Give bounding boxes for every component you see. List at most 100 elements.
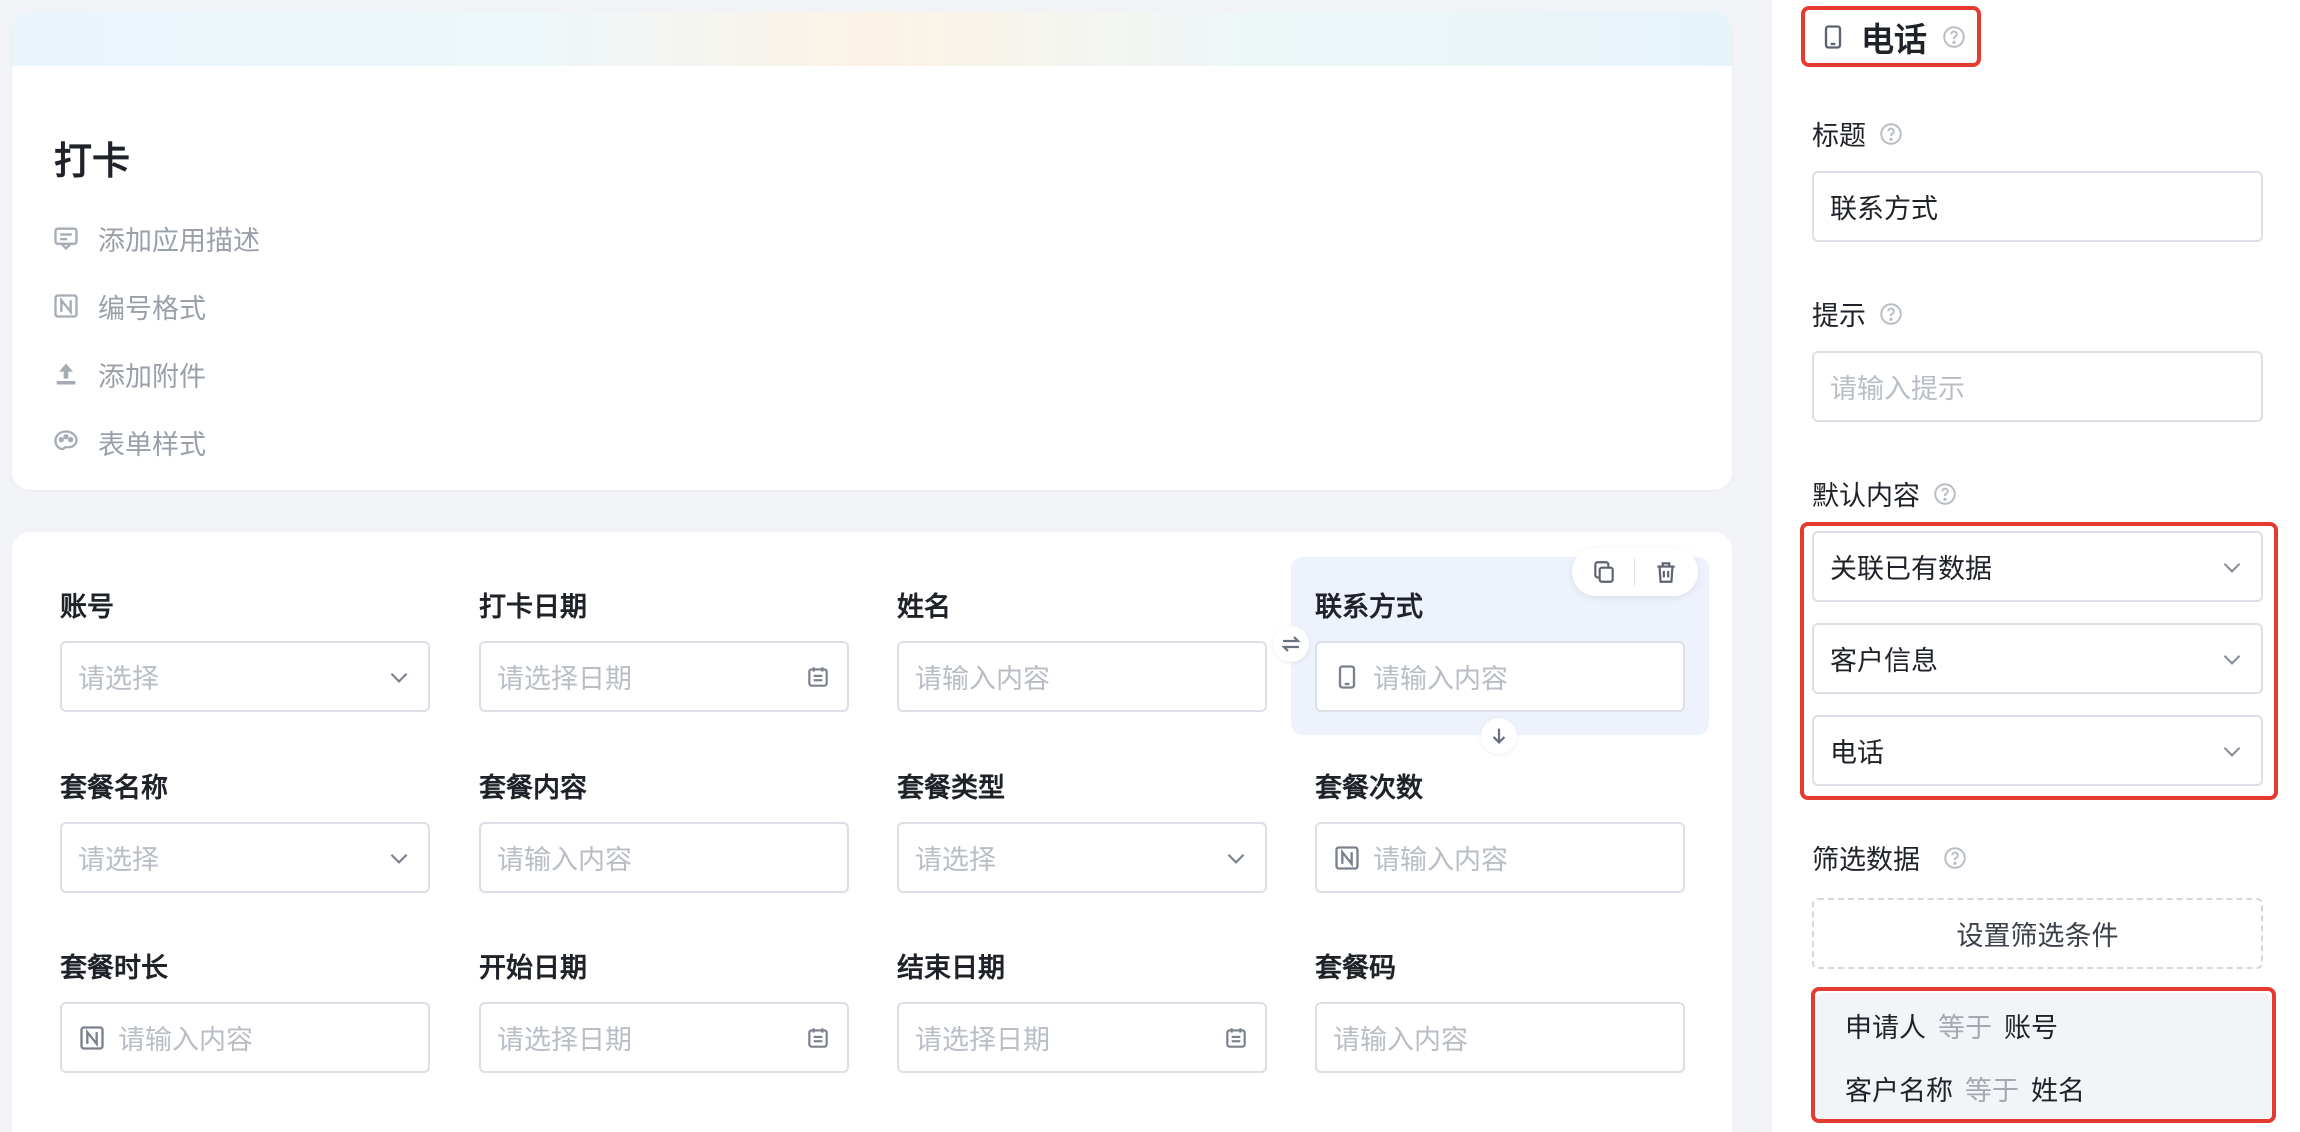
- chevron-down-icon: [390, 853, 408, 864]
- field-label-name: 姓名: [897, 592, 951, 623]
- account-select[interactable]: 请选择: [60, 641, 430, 712]
- package-code-input[interactable]: 请输入内容: [1315, 1002, 1685, 1073]
- condition-value: 姓名: [2031, 1076, 2085, 1107]
- condition-operator: 等于: [1965, 1076, 2019, 1107]
- add-description-link[interactable]: 添加应用描述: [52, 218, 260, 258]
- package-type-select[interactable]: 请选择: [897, 822, 1267, 893]
- chevron-down-icon: [2223, 746, 2241, 757]
- field-label-account: 账号: [60, 592, 114, 623]
- form-style-link[interactable]: 表单样式: [52, 422, 206, 462]
- number-icon: [80, 1025, 104, 1050]
- app-header-card: 打卡 添加应用描述 编号格式 添加附件 表单样式: [12, 12, 1732, 490]
- field-label-contact: 联系方式: [1315, 592, 1423, 623]
- title-label-text: 标题: [1812, 121, 1866, 152]
- package-count-placeholder: 请输入内容: [1373, 845, 1508, 876]
- account-placeholder: 请选择: [78, 664, 159, 695]
- chevron-down-icon: [2223, 562, 2241, 573]
- calendar-icon: [808, 666, 828, 687]
- move-down-handle[interactable]: [1481, 718, 1517, 754]
- add-description-label: 添加应用描述: [98, 225, 260, 257]
- field-label-package-type: 套餐类型: [897, 773, 1005, 804]
- package-name-select[interactable]: 请选择: [60, 822, 430, 893]
- condition-field: 客户名称: [1845, 1076, 1953, 1107]
- arrow-down-icon: [1492, 728, 1506, 744]
- field-label-end-date: 结束日期: [897, 953, 1005, 984]
- hint-input[interactable]: 请输入提示: [1812, 351, 2263, 422]
- add-attachment-link[interactable]: 添加附件: [52, 354, 206, 394]
- swap-icon: [1281, 636, 1301, 652]
- end-date-placeholder: 请选择日期: [915, 1025, 1050, 1056]
- condition-field: 申请人: [1845, 1013, 1926, 1044]
- default-form-value: 客户信息: [1830, 646, 1938, 677]
- default-field-value: 电话: [1830, 738, 1884, 769]
- form-style-label: 表单样式: [98, 429, 206, 461]
- phone-icon: [1824, 25, 1842, 49]
- name-input[interactable]: 请输入内容: [897, 641, 1267, 712]
- upload-icon: [56, 363, 76, 385]
- field-type-header: 电话: [1807, 8, 1981, 66]
- default-source-select[interactable]: 关联已有数据: [1812, 531, 2263, 602]
- title-input-value: 联系方式: [1830, 194, 1938, 225]
- number-format-link[interactable]: 编号格式: [52, 286, 206, 326]
- help-icon[interactable]: [1878, 121, 1904, 147]
- add-attachment-label: 添加附件: [98, 361, 206, 393]
- phone-icon: [1338, 664, 1356, 689]
- title-prop-label: 标题: [1812, 114, 1904, 153]
- package-duration-input[interactable]: 请输入内容: [60, 1002, 430, 1073]
- filter-label-text: 筛选数据: [1812, 845, 1920, 876]
- start-date-placeholder: 请选择日期: [497, 1025, 632, 1056]
- package-type-placeholder: 请选择: [915, 845, 996, 876]
- calendar-icon: [808, 1027, 828, 1048]
- contact-placeholder: 请输入内容: [1373, 664, 1508, 695]
- help-icon[interactable]: [1942, 845, 1968, 871]
- field-label-package-code: 套餐码: [1315, 953, 1396, 984]
- chevron-down-icon: [1227, 853, 1245, 864]
- default-field-select[interactable]: 电话: [1812, 715, 2263, 786]
- field-label-package-duration: 套餐时长: [60, 953, 168, 984]
- start-date-picker[interactable]: 请选择日期: [479, 1002, 849, 1073]
- swap-column-handle[interactable]: [1273, 626, 1309, 662]
- field-label-package-content: 套餐内容: [479, 773, 587, 804]
- set-filter-button[interactable]: 设置筛选条件: [1812, 898, 2263, 969]
- field-label-start-date: 开始日期: [479, 953, 587, 984]
- chevron-down-icon: [390, 672, 408, 683]
- package-code-placeholder: 请输入内容: [1333, 1025, 1468, 1056]
- header-banner: [12, 12, 1732, 66]
- package-duration-placeholder: 请输入内容: [118, 1025, 253, 1056]
- copy-icon[interactable]: [1591, 559, 1617, 585]
- number-format-icon: [54, 294, 78, 318]
- calendar-icon: [1226, 1027, 1246, 1048]
- field-label-package-name: 套餐名称: [60, 773, 168, 804]
- number-format-label: 编号格式: [98, 293, 206, 325]
- end-date-picker[interactable]: 请选择日期: [897, 1002, 1267, 1073]
- field-toolbar: [1572, 548, 1698, 596]
- field-type-title: 电话: [1861, 20, 1927, 59]
- package-content-placeholder: 请输入内容: [497, 845, 632, 876]
- package-count-input[interactable]: 请输入内容: [1315, 822, 1685, 893]
- title-input[interactable]: 联系方式: [1812, 171, 2263, 242]
- checkin-date-placeholder: 请选择日期: [497, 664, 632, 695]
- help-icon[interactable]: [1932, 481, 1958, 507]
- filter-condition-row[interactable]: 申请人 等于 账号: [1845, 1006, 2058, 1045]
- default-prop-label: 默认内容: [1812, 474, 1958, 513]
- help-icon[interactable]: [1941, 24, 1967, 50]
- hint-label-text: 提示: [1812, 301, 1866, 332]
- default-form-select[interactable]: 客户信息: [1812, 623, 2263, 694]
- condition-value: 账号: [2004, 1013, 2058, 1044]
- filter-prop-label: 筛选数据: [1812, 838, 1968, 877]
- package-content-input[interactable]: 请输入内容: [479, 822, 849, 893]
- filter-condition-row[interactable]: 客户名称 等于 姓名: [1845, 1069, 2085, 1108]
- contact-phone-input[interactable]: 请输入内容: [1315, 641, 1685, 712]
- app-title[interactable]: 打卡: [54, 130, 130, 185]
- hint-prop-label: 提示: [1812, 294, 1904, 333]
- toolbar-divider: [1634, 558, 1636, 586]
- checkin-date-picker[interactable]: 请选择日期: [479, 641, 849, 712]
- hint-input-placeholder: 请输入提示: [1830, 374, 1965, 405]
- trash-icon[interactable]: [1653, 559, 1679, 585]
- package-name-placeholder: 请选择: [78, 845, 159, 876]
- default-source-value: 关联已有数据: [1830, 554, 1992, 585]
- palette-icon: [54, 430, 78, 451]
- field-label-package-count: 套餐次数: [1315, 773, 1423, 804]
- name-placeholder: 请输入内容: [915, 664, 1050, 695]
- help-icon[interactable]: [1878, 301, 1904, 327]
